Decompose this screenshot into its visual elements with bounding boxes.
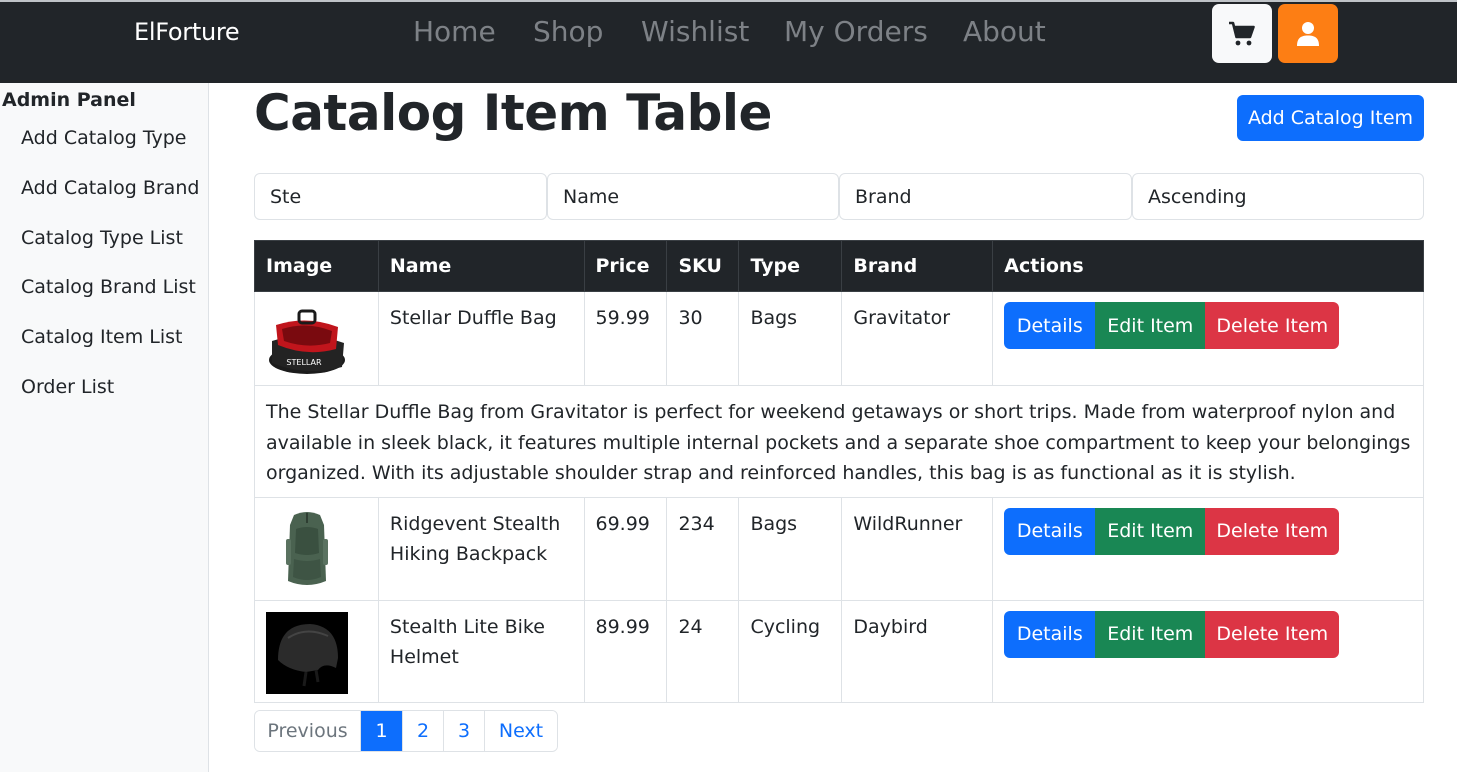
action-button-group: Details Edit Item Delete Item (1004, 610, 1412, 658)
edit-item-button[interactable]: Edit Item (1095, 507, 1206, 555)
details-button[interactable]: Details (1004, 610, 1096, 658)
action-button-group: Details Edit Item Delete Item (1004, 507, 1412, 555)
column-header-sku: SKU (666, 240, 740, 292)
table-header-row: Image Name Price SKU Type Brand Actions (254, 240, 1424, 292)
add-catalog-item-button[interactable]: Add Catalog Item (1237, 95, 1424, 141)
delete-item-button[interactable]: Delete Item (1205, 610, 1340, 658)
item-brand-cell: Daybird (841, 599, 994, 703)
item-description: The Stellar Duffle Bag from Gravitator i… (254, 385, 1424, 498)
details-button[interactable]: Details (1004, 507, 1096, 555)
sidebar-item-order-list[interactable]: Order List (21, 376, 114, 398)
item-type-cell: Bags (738, 291, 843, 386)
pagination-next[interactable]: Next (485, 711, 557, 751)
column-header-price: Price (583, 240, 668, 292)
edit-item-button[interactable]: Edit Item (1095, 302, 1206, 349)
nav-link-home[interactable]: Home (413, 15, 496, 48)
cart-icon (1229, 21, 1255, 45)
item-price-cell: 59.99 (583, 291, 668, 386)
brand-logo[interactable]: ElForture (134, 18, 240, 46)
table-row: Ridgevent Stealth Hiking Backpack 69.99 … (254, 496, 1424, 601)
user-button[interactable] (1278, 4, 1338, 63)
delete-item-button[interactable]: Delete Item (1205, 302, 1340, 349)
sidebar-item-catalog-type-list[interactable]: Catalog Type List (21, 227, 183, 249)
item-image-cell (254, 599, 379, 703)
item-sku-cell: 234 (666, 496, 740, 601)
item-actions-cell: Details Edit Item Delete Item (992, 496, 1424, 601)
pagination: Previous 1 2 3 Next (254, 710, 558, 752)
nav-link-about[interactable]: About (963, 15, 1046, 48)
sidebar-title: Admin Panel (2, 89, 136, 111)
sidebar-item-catalog-brand-list[interactable]: Catalog Brand List (21, 276, 196, 298)
item-price-cell: 89.99 (583, 599, 668, 703)
duffle-bag-image: STELLAR (266, 303, 348, 385)
item-sku-cell: 30 (666, 291, 740, 386)
pagination-previous[interactable]: Previous (255, 711, 361, 751)
column-header-name: Name (377, 240, 585, 292)
item-type-cell: Cycling (738, 599, 843, 703)
delete-item-button[interactable]: Delete Item (1205, 507, 1340, 555)
sidebar-item-add-catalog-type[interactable]: Add Catalog Type (21, 127, 186, 149)
pagination-page-3[interactable]: 3 (444, 711, 485, 751)
sidebar-item-catalog-item-list[interactable]: Catalog Item List (21, 326, 183, 348)
backpack-image (266, 508, 348, 591)
duffle-bag-brand-mark: STELLAR (286, 358, 322, 367)
helmet-image (266, 611, 348, 694)
page-title: Catalog Item Table (254, 84, 772, 142)
pagination-page-2[interactable]: 2 (403, 711, 444, 751)
item-image-cell (254, 496, 379, 601)
table-row: STELLAR Stellar Duffle Bag 59.99 30 Bags… (254, 291, 1424, 386)
item-brand-cell: WildRunner (841, 496, 994, 601)
item-name-cell: Stellar Duffle Bag (377, 291, 585, 386)
catalog-item-table: Image Name Price SKU Type Brand Actions … (254, 240, 1424, 703)
description-row: The Stellar Duffle Bag from Gravitator i… (254, 385, 1424, 498)
item-image-cell: STELLAR (254, 291, 379, 386)
cart-button[interactable] (1212, 4, 1272, 63)
column-header-brand: Brand (841, 240, 994, 292)
action-button-group: Details Edit Item Delete Item (1004, 302, 1412, 349)
admin-sidebar: Admin Panel Add Catalog Type Add Catalog… (0, 83, 209, 772)
column-header-actions: Actions (992, 240, 1424, 292)
search-input[interactable]: Ste (254, 173, 547, 220)
column-header-image: Image (254, 240, 379, 292)
sort-order-select[interactable]: Ascending (1132, 173, 1424, 220)
item-name-cell: Ridgevent Stealth Hiking Backpack (377, 496, 585, 601)
top-navbar: ElForture Home Shop Wishlist My Orders A… (0, 0, 1457, 83)
edit-item-button[interactable]: Edit Item (1095, 610, 1206, 658)
item-actions-cell: Details Edit Item Delete Item (992, 599, 1424, 703)
item-brand-cell: Gravitator (841, 291, 994, 386)
nav-link-shop[interactable]: Shop (533, 15, 603, 48)
user-icon (1297, 21, 1319, 46)
name-filter-select[interactable]: Name (547, 173, 839, 220)
table-row: Stealth Lite Bike Helmet 89.99 24 Cyclin… (254, 599, 1424, 703)
brand-filter-select[interactable]: Brand (839, 173, 1132, 220)
details-button[interactable]: Details (1004, 302, 1096, 349)
item-sku-cell: 24 (666, 599, 740, 703)
pagination-page-1[interactable]: 1 (361, 711, 403, 751)
sidebar-item-add-catalog-brand[interactable]: Add Catalog Brand (21, 177, 199, 199)
nav-link-wishlist[interactable]: Wishlist (641, 15, 749, 48)
item-actions-cell: Details Edit Item Delete Item (992, 291, 1424, 386)
nav-link-my-orders[interactable]: My Orders (784, 15, 928, 48)
item-name-cell: Stealth Lite Bike Helmet (377, 599, 585, 703)
column-header-type: Type (738, 240, 843, 292)
item-price-cell: 69.99 (583, 496, 668, 601)
item-type-cell: Bags (738, 496, 843, 601)
